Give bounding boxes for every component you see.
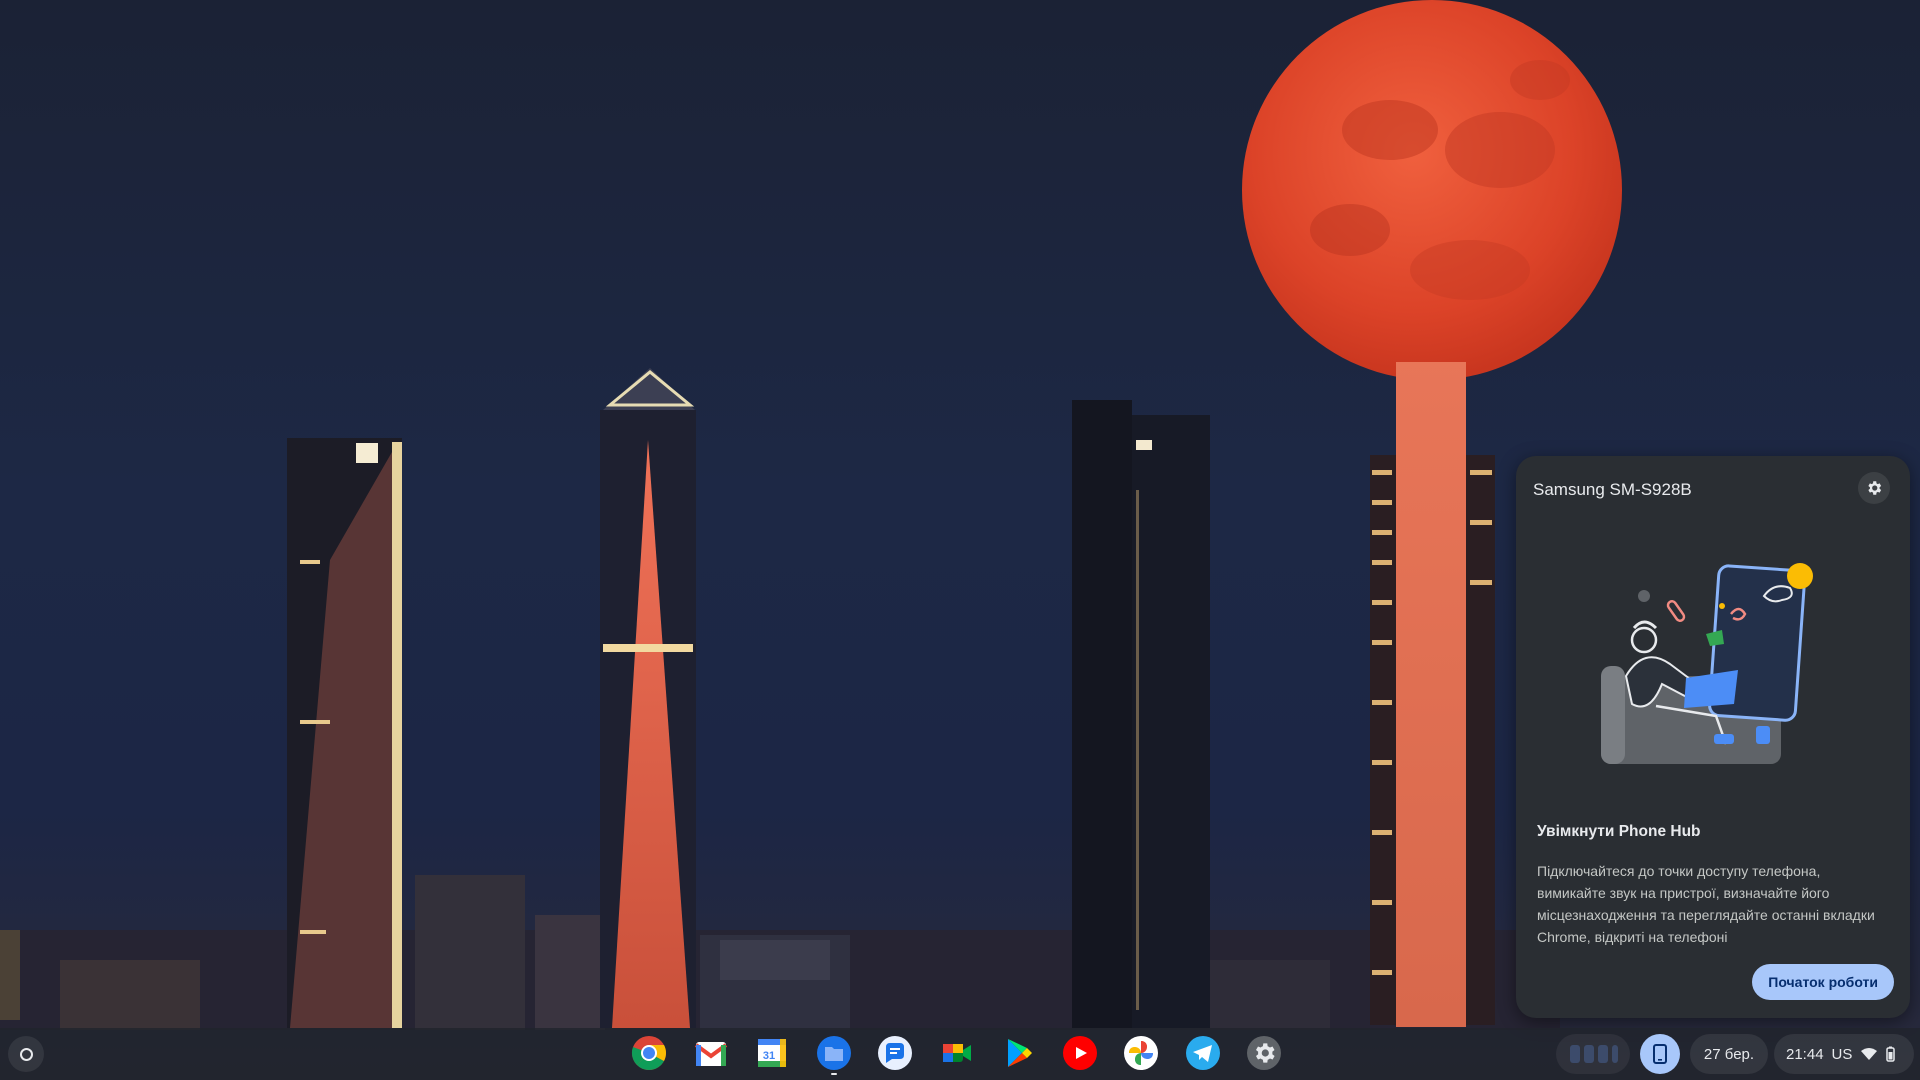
gmail-icon bbox=[694, 1042, 727, 1066]
svg-text:31: 31 bbox=[763, 1050, 775, 1062]
meet-icon bbox=[942, 1044, 971, 1062]
clock: 21:44 bbox=[1786, 1045, 1824, 1063]
chrome-icon bbox=[631, 1036, 666, 1070]
calendar-icon: 31 bbox=[758, 1039, 786, 1067]
running-indicator bbox=[830, 1073, 837, 1075]
desktop: Samsung SM-S928B Увімкнути Phone Hub Під… bbox=[0, 0, 1920, 1080]
shelf-app-play-store[interactable] bbox=[999, 1034, 1037, 1072]
shelf-app-photos[interactable] bbox=[1122, 1034, 1160, 1072]
youtube-icon bbox=[1062, 1036, 1097, 1070]
wifi-icon bbox=[1861, 1048, 1878, 1060]
shelf-app-telegram[interactable] bbox=[1184, 1034, 1222, 1072]
phone-icon bbox=[1653, 1044, 1667, 1064]
telegram-icon bbox=[1185, 1036, 1220, 1070]
phone-hub-device-name: Samsung SM-S928B bbox=[1533, 480, 1692, 499]
launcher-button[interactable] bbox=[8, 1036, 44, 1072]
shelf: 31 27 бер. 21:44 US bbox=[0, 1028, 1920, 1080]
settings-icon bbox=[1247, 1036, 1281, 1070]
phone-hub-illustration bbox=[1601, 563, 1813, 764]
keyboard-layout: US bbox=[1831, 1045, 1853, 1063]
shelf-app-messages[interactable] bbox=[876, 1034, 914, 1072]
shelf-app-gmail[interactable] bbox=[692, 1034, 730, 1072]
phone-hub-panel: Samsung SM-S928B Увімкнути Phone Hub Під… bbox=[1516, 456, 1910, 1018]
shelf-app-settings[interactable] bbox=[1245, 1034, 1283, 1072]
photos-icon bbox=[1124, 1036, 1158, 1070]
shelf-app-calendar[interactable]: 31 bbox=[753, 1034, 791, 1072]
calendar-date-button[interactable]: 27 бер. bbox=[1690, 1034, 1768, 1074]
battery-icon bbox=[1886, 1046, 1896, 1062]
desk-switcher[interactable] bbox=[1556, 1034, 1630, 1074]
phone-hub-description: Підключайтеся до точки доступу телефона,… bbox=[1537, 863, 1875, 945]
desks-icon bbox=[1570, 1045, 1618, 1063]
play-store-icon bbox=[1008, 1039, 1032, 1067]
messages-icon bbox=[878, 1036, 912, 1070]
app-dock: 31 bbox=[630, 1034, 1283, 1075]
phone-hub-settings-button[interactable] bbox=[1858, 472, 1890, 504]
shelf-app-chrome[interactable] bbox=[630, 1034, 668, 1072]
shelf-app-files[interactable] bbox=[815, 1034, 853, 1075]
phone-hub-tray-button[interactable] bbox=[1640, 1034, 1680, 1074]
gear-icon bbox=[1868, 481, 1882, 495]
status-area[interactable]: 21:44 US bbox=[1774, 1034, 1914, 1074]
get-started-button[interactable]: Початок роботи bbox=[1752, 964, 1894, 1000]
files-icon bbox=[816, 1036, 851, 1070]
shelf-app-youtube[interactable] bbox=[1061, 1034, 1099, 1072]
launcher-icon bbox=[19, 1047, 33, 1061]
shelf-app-meet[interactable] bbox=[938, 1034, 976, 1072]
phone-hub-heading: Увімкнути Phone Hub bbox=[1537, 823, 1701, 840]
